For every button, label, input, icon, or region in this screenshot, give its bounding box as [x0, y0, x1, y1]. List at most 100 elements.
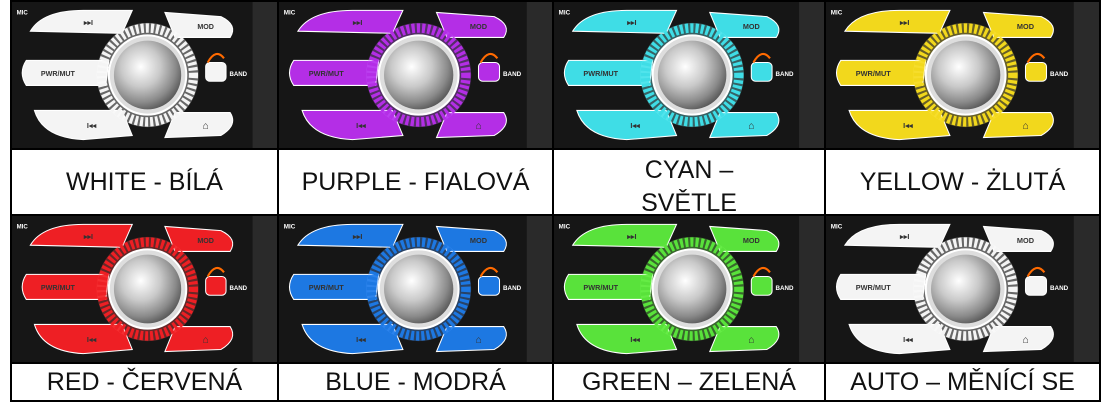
volume-knob	[113, 40, 182, 110]
band-label: BAND	[503, 71, 522, 78]
prev-label: I◂◂	[903, 335, 913, 344]
home-label: ⌂	[203, 335, 209, 346]
volume-knob	[657, 254, 727, 324]
next-label: ▸▸I	[626, 232, 636, 241]
band-button-shape	[750, 275, 773, 296]
panel-photo-cyan: MIC ▸▸I MOD PWR/MUT BAND I◂◂ ⌂	[552, 0, 826, 150]
mic-label: MIC	[284, 224, 296, 231]
color-name-text: WHITE - BÍLÁ	[66, 167, 223, 196]
band-button-shape	[750, 61, 773, 82]
pwr-label: PWR/MUT	[309, 283, 345, 292]
volume-knob	[931, 40, 1001, 110]
color-label-red: RED - ČERVENÁ	[10, 362, 279, 402]
radio-panel-illustration: MIC ▸▸I MOD PWR/MUT BAND I◂◂ ⌂	[554, 2, 824, 148]
panel-edge	[799, 2, 824, 148]
radio-panel-illustration: MIC ▸▸I MOD PWR/MUT BAND I◂◂ ⌂	[554, 216, 824, 362]
prev-label: I◂◂	[903, 121, 913, 130]
radio-panel-illustration: MIC ▸▸I MOD PWR/MUT BAND I◂◂ ⌂	[826, 2, 1099, 148]
mic-label: MIC	[559, 224, 571, 231]
color-name-text: RED - ČERVENÁ	[46, 368, 243, 396]
band-label: BAND	[776, 285, 794, 292]
mic-label: MIC	[17, 9, 29, 16]
mod-label: MOD	[470, 236, 487, 245]
band-button-shape	[1024, 275, 1048, 296]
color-name-text: CYAN – SVĚTLE MODRÁ	[641, 156, 737, 216]
mic-label: MIC	[284, 10, 296, 17]
panel-edge	[252, 216, 277, 362]
color-name-text: BLUE - MODRÁ	[325, 368, 506, 396]
band-label: BAND	[503, 285, 522, 292]
volume-knob	[657, 40, 727, 110]
next-label: ▸▸I	[352, 232, 362, 241]
mic-label: MIC	[831, 224, 843, 231]
panel-edge	[526, 2, 552, 148]
color-name-text: PURPLE - FIALOVÁ	[301, 167, 530, 196]
band-label: BAND	[1050, 285, 1069, 292]
prev-label: I◂◂	[87, 335, 97, 344]
color-name-text: YELLOW - ŻLUTÁ	[859, 167, 1066, 196]
prev-label: I◂◂	[356, 121, 366, 130]
pwr-label: PWR/MUT	[309, 69, 345, 78]
panel-photo-green: MIC ▸▸I MOD PWR/MUT BAND I◂◂ ⌂	[552, 214, 826, 364]
pwr-label: PWR/MUT	[583, 69, 618, 78]
band-button-shape	[477, 61, 501, 82]
prev-label: I◂◂	[87, 121, 97, 130]
volume-knob	[113, 254, 182, 324]
next-label: ▸▸I	[899, 232, 909, 241]
color-name-text: GREEN – ZELENÁ	[582, 368, 796, 396]
mod-label: MOD	[743, 22, 760, 31]
mod-label: MOD	[1017, 236, 1034, 245]
band-button-shape	[205, 61, 227, 82]
mod-label: MOD	[743, 236, 760, 245]
panel-photo-auto: MIC ▸▸I MOD PWR/MUT BAND I◂◂ ⌂	[824, 214, 1101, 364]
color-label-green: GREEN – ZELENÁ	[552, 362, 826, 402]
color-label-cyan: CYAN – SVĚTLE MODRÁ	[552, 148, 826, 216]
radio-panel-illustration: MIC ▸▸I MOD PWR/MUT BAND I◂◂ ⌂	[826, 216, 1099, 362]
home-label: ⌂	[1022, 335, 1028, 346]
radio-panel-illustration: MIC ▸▸I MOD PWR/MUT BAND I◂◂ ⌂	[12, 216, 277, 362]
pwr-label: PWR/MUT	[41, 69, 76, 78]
band-label: BAND	[229, 285, 247, 292]
panel-photo-blue: MIC ▸▸I MOD PWR/MUT BAND I◂◂ ⌂	[277, 214, 554, 364]
mod-label: MOD	[197, 22, 214, 31]
band-button-shape	[477, 275, 501, 296]
color-variant-grid: MIC ▸▸I MOD PWR/MUT BAND I◂◂ ⌂ MIC ▸▸I MOD PWR/MU…	[0, 0, 1103, 402]
color-label-blue: BLUE - MODRÁ	[277, 362, 554, 402]
panel-edge	[526, 216, 552, 362]
radio-panel-illustration: MIC ▸▸I MOD PWR/MUT BAND I◂◂ ⌂	[12, 2, 277, 148]
panel-edge	[252, 2, 277, 148]
mod-label: MOD	[1017, 22, 1034, 31]
mic-label: MIC	[831, 10, 843, 17]
band-label: BAND	[229, 71, 247, 78]
next-label: ▸▸I	[899, 18, 909, 27]
volume-knob	[384, 254, 454, 324]
next-label: ▸▸I	[626, 18, 636, 27]
home-label: ⌂	[748, 335, 754, 346]
radio-panel-illustration: MIC ▸▸I MOD PWR/MUT BAND I◂◂ ⌂	[279, 2, 552, 148]
radio-panel-illustration: MIC ▸▸I MOD PWR/MUT BAND I◂◂ ⌂	[279, 216, 552, 362]
prev-label: I◂◂	[630, 335, 640, 344]
band-label: BAND	[776, 71, 794, 78]
panel-edge	[1073, 216, 1099, 362]
color-label-yellow: YELLOW - ŻLUTÁ	[824, 148, 1101, 216]
color-label-auto: AUTO – MĚNÍCÍ SE	[824, 362, 1101, 402]
band-button-shape	[1024, 61, 1048, 82]
mic-label: MIC	[559, 10, 571, 17]
prev-label: I◂◂	[630, 121, 640, 130]
band-button-shape	[205, 275, 227, 296]
panel-photo-yellow: MIC ▸▸I MOD PWR/MUT BAND I◂◂ ⌂	[824, 0, 1101, 150]
mod-label: MOD	[470, 22, 487, 31]
home-label: ⌂	[1022, 121, 1028, 132]
prev-label: I◂◂	[356, 335, 366, 344]
mic-label: MIC	[17, 223, 29, 230]
pwr-label: PWR/MUT	[856, 283, 892, 292]
pwr-label: PWR/MUT	[856, 69, 892, 78]
mod-label: MOD	[197, 236, 214, 245]
panel-edge	[1073, 2, 1099, 148]
color-label-white: WHITE - BÍLÁ	[10, 148, 279, 216]
next-label: ▸▸I	[83, 232, 93, 241]
next-label: ▸▸I	[83, 18, 93, 27]
panel-edge	[799, 216, 824, 362]
panel-photo-purple: MIC ▸▸I MOD PWR/MUT BAND I◂◂ ⌂	[277, 0, 554, 150]
volume-knob	[931, 254, 1001, 324]
